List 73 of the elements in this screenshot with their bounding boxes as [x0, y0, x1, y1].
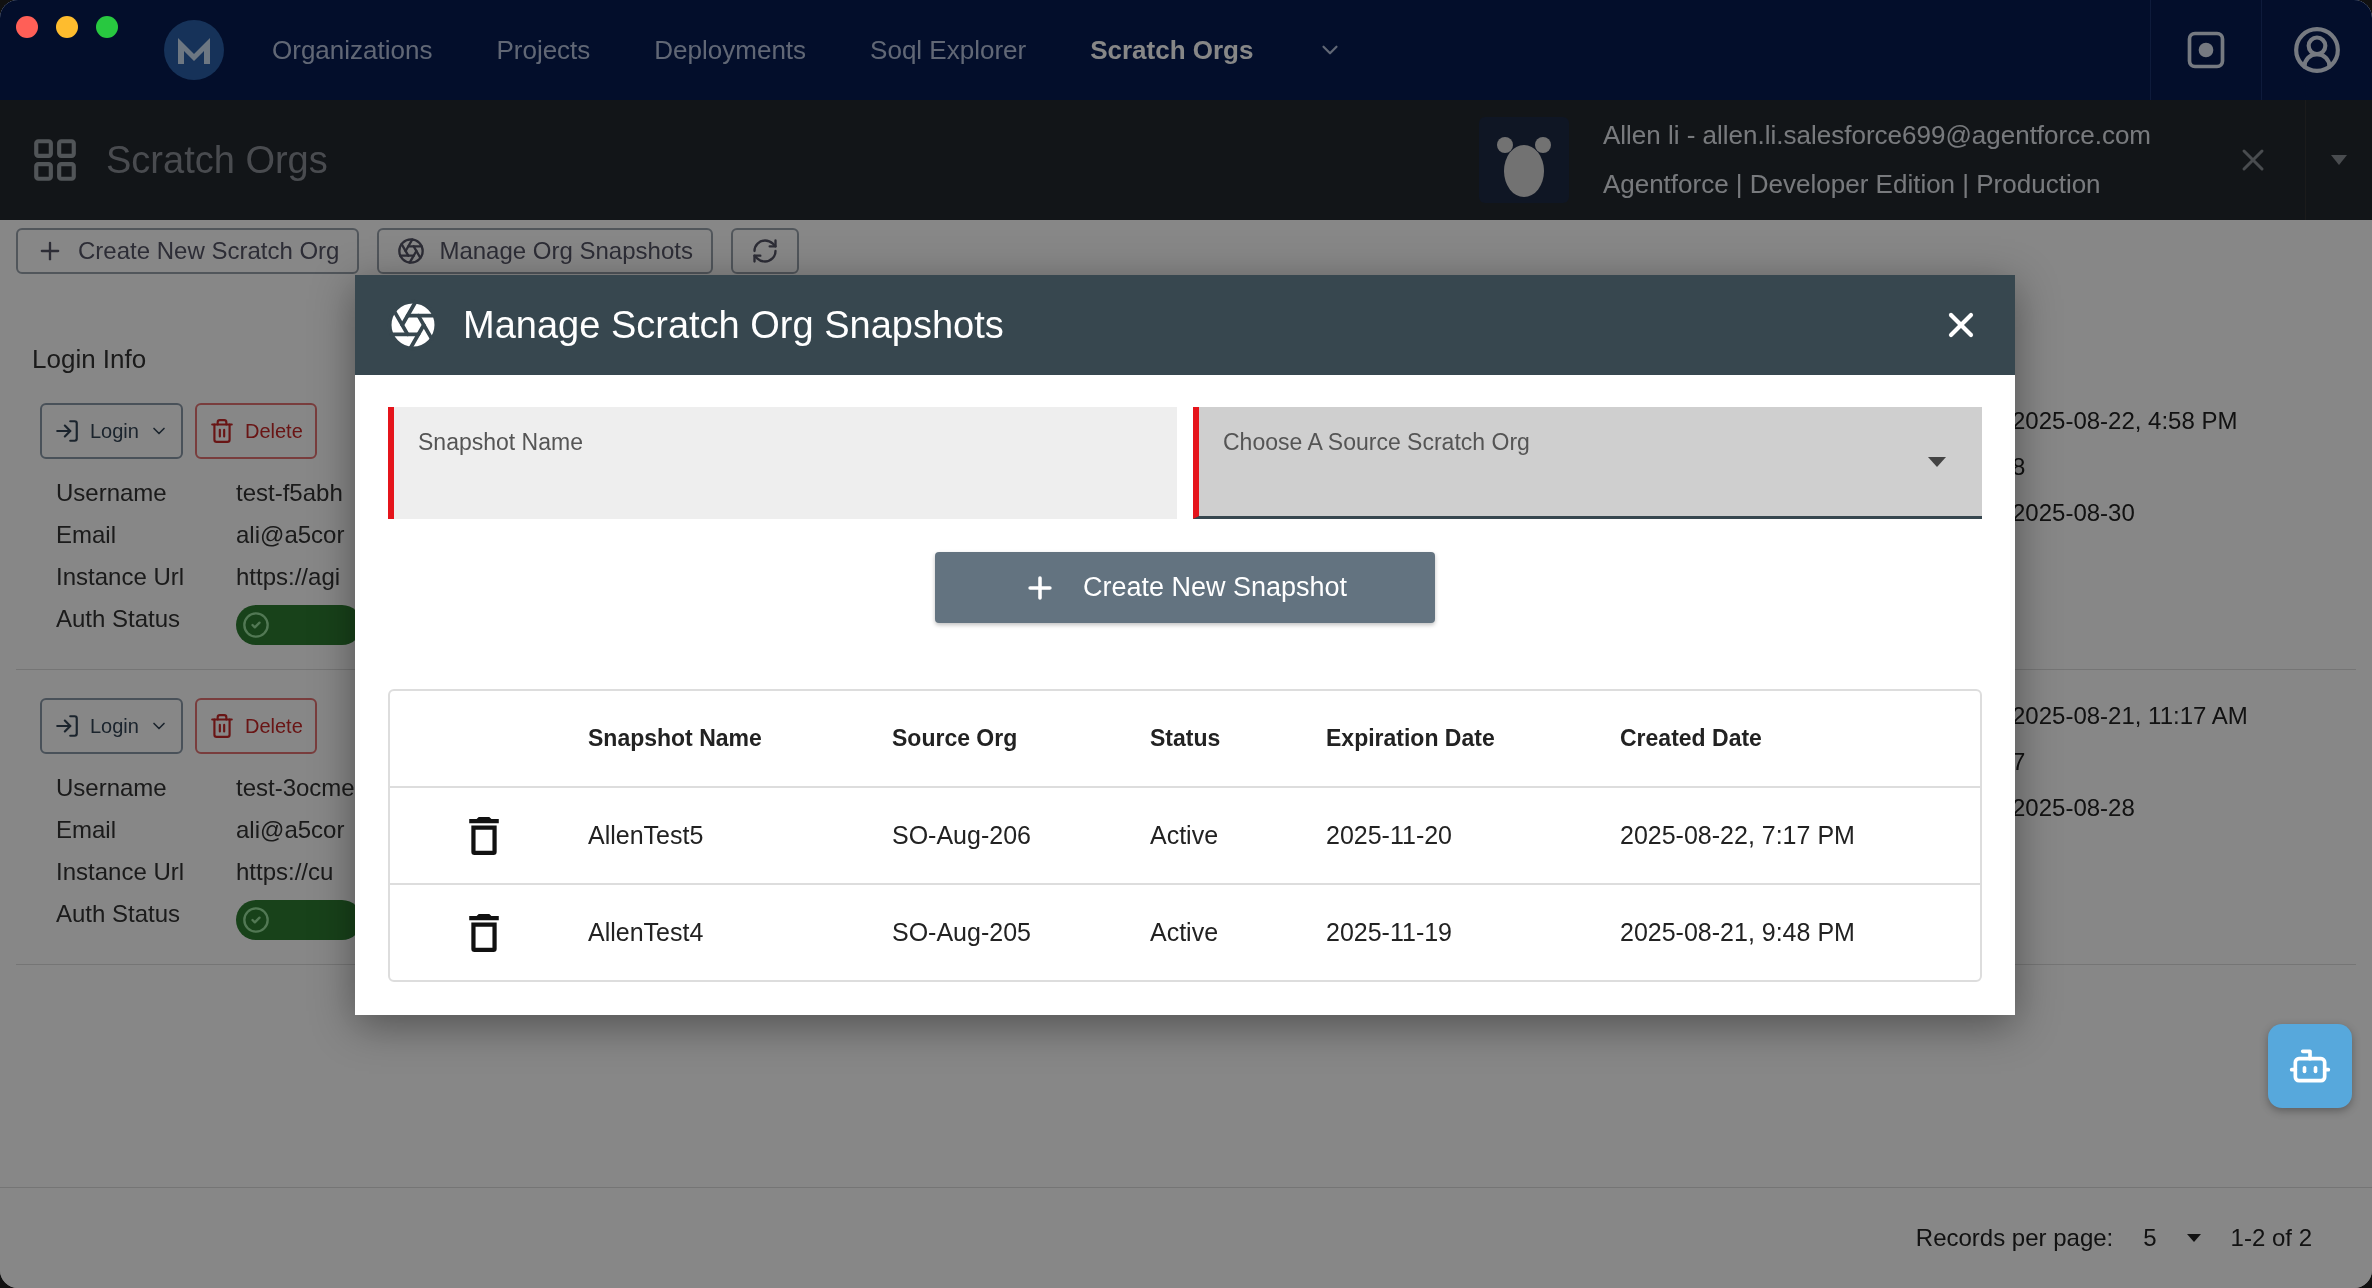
shutter-icon [397, 237, 426, 265]
user-icon[interactable] [2292, 25, 2342, 75]
section-title: Login Info [32, 344, 148, 375]
detail-text: 2025-08-28 [2012, 794, 2136, 822]
check-icon [242, 611, 270, 639]
field-value: ali@a5cor [236, 816, 345, 844]
login-icon [54, 418, 80, 444]
delete-button[interactable] [467, 814, 501, 857]
field-label: Instance Url [56, 858, 186, 886]
column-header: Source Org [892, 725, 1019, 752]
pagination-label: Records per page: [1915, 1224, 2114, 1252]
logo-icon [162, 18, 226, 82]
delete-button[interactable]: Delete [194, 403, 317, 459]
field-value: test-3ocme [236, 774, 355, 802]
chatbot-button[interactable] [2268, 1024, 2352, 1108]
check-icon [242, 906, 270, 934]
caret-icon [1928, 457, 1946, 467]
nav-link[interactable]: Scratch Orgs [1090, 34, 1254, 66]
field-label: Auth Status [56, 605, 182, 634]
field-label: Username [56, 479, 168, 507]
detail-text: 2025-08-30 [2012, 499, 2136, 527]
caret-icon[interactable] [2186, 1234, 2201, 1242]
nav-link[interactable]: Deployments [654, 34, 807, 66]
field-label: Auth Status [56, 900, 182, 929]
field-value: https://agi [236, 563, 341, 591]
create-snapshot-button[interactable]: Create New Snapshot [935, 552, 1435, 623]
table-cell-text: Active [1150, 821, 1220, 850]
trash-icon [208, 418, 235, 444]
table-cell-text: 2025-11-20 [1326, 821, 1454, 850]
login-button[interactable]: Login [40, 698, 183, 754]
column-header: Status [1150, 725, 1222, 752]
per-page-select[interactable]: 5 [2143, 1224, 2157, 1252]
source-org-select[interactable]: Choose A Source Scratch Org [1193, 407, 1982, 519]
column-header: Snapshot Name [588, 725, 763, 752]
trash-icon [208, 713, 235, 739]
login-icon [54, 713, 80, 739]
table-cell-text: Active [1150, 918, 1220, 947]
nav-link[interactable]: Organizations [272, 34, 433, 66]
delete-button[interactable]: Delete [194, 698, 317, 754]
trash-icon [469, 913, 499, 952]
field-value: test-f5abh [236, 479, 343, 507]
delete-button[interactable] [467, 911, 501, 954]
table-cell-text: 2025-08-21, 9:48 PM [1620, 918, 1856, 947]
dialog-title: Manage Scratch Org Snapshots [463, 303, 1004, 347]
refresh-button[interactable] [730, 228, 799, 274]
account-name: Allen li - allen.li.salesforce699@agentforce.com [1602, 120, 2151, 151]
detail-text: 2025-08-22, 4:58 PM [2012, 407, 2239, 435]
table-cell-text: SO-Aug-205 [892, 918, 1032, 947]
avatar-icon [1478, 117, 1569, 203]
snapshot-name-field[interactable]: Snapshot Name [388, 407, 1177, 519]
login-button[interactable]: Login [40, 403, 183, 459]
nav-link[interactable]: Projects [496, 34, 591, 66]
field-value: https://cu [236, 858, 334, 886]
nav-link[interactable]: Soql Explorer [870, 34, 1027, 66]
column-header: Created Date [1620, 725, 1763, 752]
table-cell-text: AllenTest4 [588, 918, 705, 947]
table-cell-text: SO-Aug-206 [892, 821, 1032, 850]
trash-icon [469, 816, 499, 855]
table-cell-text: AllenTest5 [588, 821, 705, 850]
create-scratch-org-button[interactable]: Create New Scratch Org [16, 228, 360, 274]
field-label: Email [56, 816, 117, 844]
field-label: Instance Url [56, 563, 186, 591]
field-label: Username [56, 774, 168, 802]
field-label: Email [56, 521, 117, 549]
table-cell-text: 2025-08-22, 7:17 PM [1620, 821, 1856, 850]
manage-snapshots-button[interactable]: Manage Org Snapshots [377, 228, 713, 274]
detail-text: 2025-08-21, 11:17 AM [2012, 702, 2249, 730]
table-cell-text: 2025-11-19 [1326, 918, 1454, 947]
page-range: 1-2 of 2 [2230, 1224, 2312, 1252]
org-details: Agentforce | Developer Edition | Production [1602, 169, 2102, 200]
refresh-icon [750, 237, 779, 265]
column-header: Expiration Date [1326, 725, 1496, 752]
field-value: ali@a5cor [236, 521, 345, 549]
